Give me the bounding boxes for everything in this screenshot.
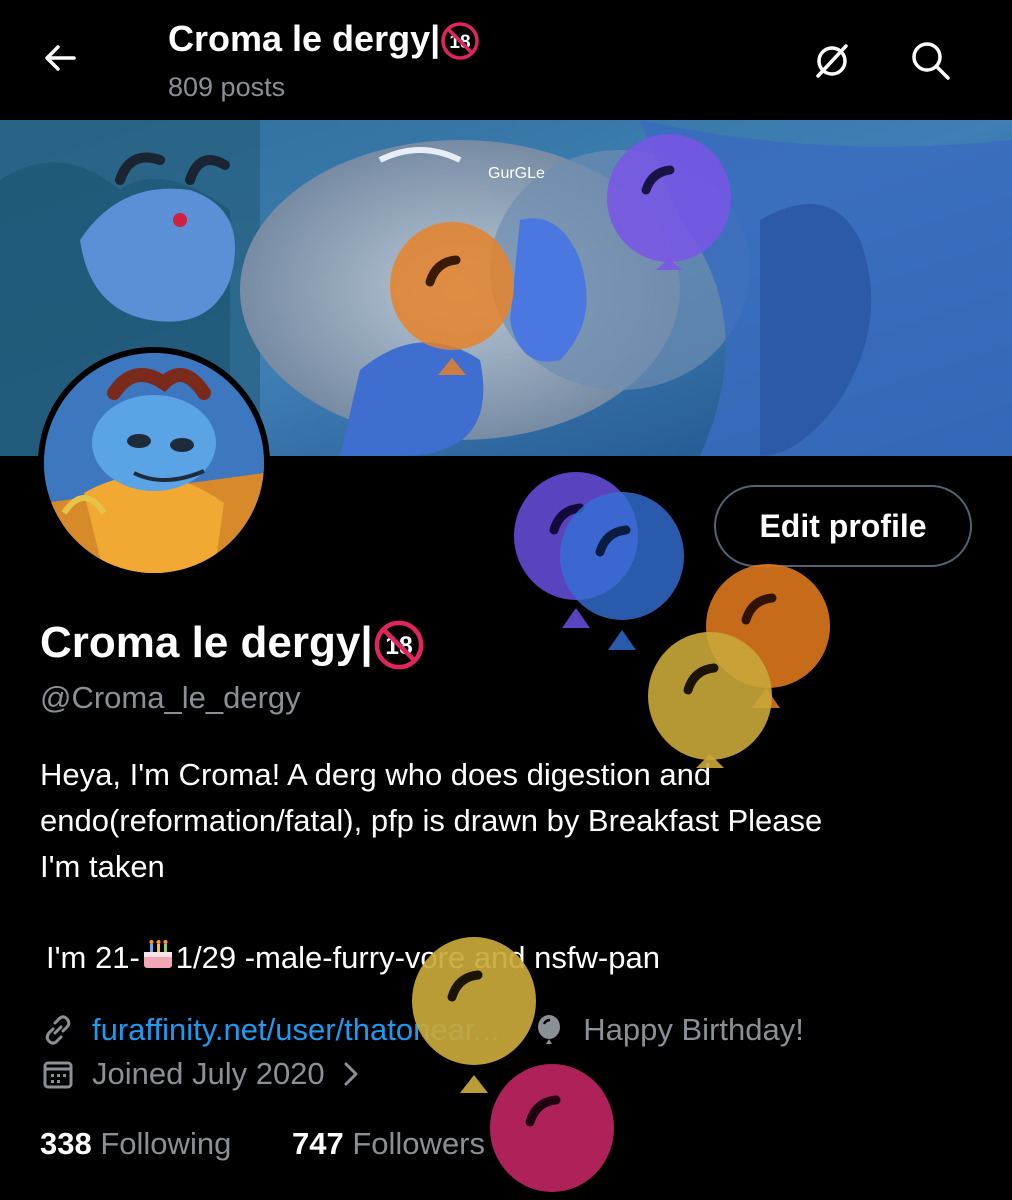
bio: Heya, I'm Croma! A derg who does digesti… <box>40 752 970 890</box>
header-title: Croma le dergy| 18 <box>168 18 480 61</box>
balloon-icon <box>490 1064 614 1192</box>
bio-line: I'm taken <box>40 849 165 884</box>
banner-watermark: GurGLe <box>488 165 545 182</box>
followers-link[interactable]: 747 Followers <box>292 1126 485 1162</box>
avatar[interactable] <box>38 347 270 579</box>
chevron-right-icon[interactable] <box>337 1058 365 1090</box>
balloon-icon <box>390 222 514 375</box>
followers-label: Followers <box>352 1126 486 1161</box>
following-count: 338 <box>40 1126 92 1161</box>
following-label: Following <box>100 1126 232 1161</box>
user-handle: @Croma_le_dergy <box>40 680 301 715</box>
slashed-circle-icon[interactable] <box>808 36 856 84</box>
followers-count: 747 <box>292 1126 344 1161</box>
bio-details: I'm 21- 1/29 -male-furry-vore and nsfw-p… <box>46 940 660 975</box>
search-icon[interactable] <box>906 36 954 84</box>
balloon-icon <box>648 632 772 768</box>
top-bar: Croma le dergy| 18 809 posts <box>0 0 1012 120</box>
edit-profile-button[interactable]: Edit profile <box>714 485 972 567</box>
calendar-icon <box>43 1061 73 1089</box>
post-count: 809 posts <box>168 72 286 102</box>
bio-line: Heya, I'm Croma! A derg who does digesti… <box>40 757 712 792</box>
joined-date: Joined July 2020 <box>92 1056 325 1091</box>
no-18-icon: 18 <box>441 22 479 61</box>
birthday-cake-icon <box>143 940 172 968</box>
no-18-icon: 18 <box>374 621 424 670</box>
bio-line: endo(reformation/fatal), pfp is drawn by… <box>40 803 823 838</box>
avatar-artwork <box>44 353 264 573</box>
link-icon <box>45 1015 71 1045</box>
profile-meta-row-2: Joined July 2020 <box>40 1056 365 1092</box>
back-arrow-icon[interactable] <box>40 38 80 78</box>
display-name: Croma le dergy| 18 <box>40 618 425 671</box>
balloon-icon <box>607 134 731 270</box>
birthday-note: Happy Birthday! <box>583 1012 804 1047</box>
following-link[interactable]: 338 Following <box>40 1126 231 1162</box>
